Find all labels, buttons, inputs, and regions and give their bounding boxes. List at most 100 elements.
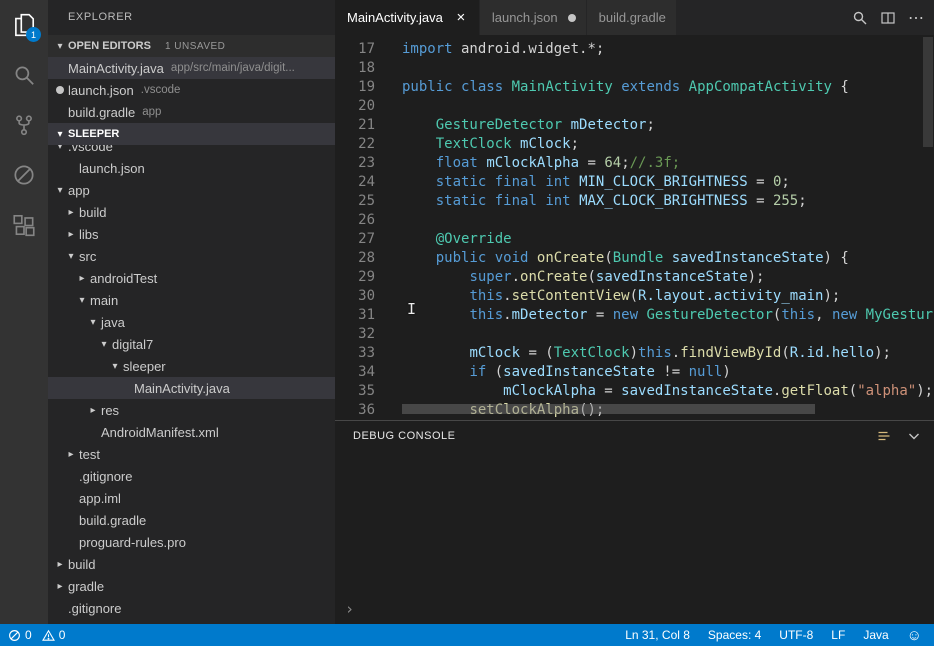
line-number[interactable]: 21 <box>335 116 375 135</box>
tab-build-gradle[interactable]: build.gradle <box>587 0 677 35</box>
line-number[interactable]: 29 <box>335 268 375 287</box>
line-number[interactable]: 36 <box>335 401 375 420</box>
tree-item[interactable]: ▸res <box>48 399 335 421</box>
tree-item[interactable]: ▾main <box>48 289 335 311</box>
status-indentation[interactable]: Spaces: 4 <box>708 628 761 642</box>
code-line[interactable]: 29 super.onCreate(savedInstanceState); <box>335 268 934 287</box>
code-line[interactable]: 22 TextClock mClock; <box>335 135 934 154</box>
tab-list: MainActivity.java × launch.jsonbuild.gradl… <box>335 0 677 35</box>
code-line[interactable]: 26 <box>335 211 934 230</box>
code-editor[interactable]: 17import android.widget.*;1819public cla… <box>335 35 934 420</box>
vertical-scrollbar[interactable] <box>923 37 933 147</box>
tab-debug-console[interactable]: DEBUG CONSOLE <box>353 430 455 442</box>
extensions-activity-button[interactable] <box>0 200 48 250</box>
line-number[interactable]: 27 <box>335 230 375 249</box>
line-number[interactable]: 33 <box>335 344 375 363</box>
close-icon[interactable]: × <box>453 9 469 26</box>
status-language[interactable]: Java <box>863 628 888 642</box>
code-line[interactable]: 25 static final int MAX_CLOCK_BRIGHTNESS… <box>335 192 934 211</box>
tree-item[interactable]: MainActivity.java <box>48 377 335 399</box>
line-number[interactable]: 22 <box>335 135 375 154</box>
more-actions-icon[interactable]: ⋯ <box>904 6 928 30</box>
line-number[interactable]: 35 <box>335 382 375 401</box>
open-editor-item[interactable]: MainActivity.javaapp/src/main/java/digit… <box>48 57 335 79</box>
tab-launch-json[interactable]: launch.json <box>480 0 587 35</box>
line-number[interactable]: 23 <box>335 154 375 173</box>
tree-item[interactable]: build.gradle <box>48 509 335 531</box>
tree-item[interactable]: ▾java <box>48 311 335 333</box>
line-number[interactable]: 28 <box>335 249 375 268</box>
tree-item-label: proguard-rules.pro <box>79 535 186 550</box>
tree-item[interactable]: ▾digital7 <box>48 333 335 355</box>
editor-layout-icon[interactable] <box>876 6 900 30</box>
feedback-smiley-icon[interactable]: ☺ <box>907 628 922 643</box>
line-number[interactable]: 17 <box>335 40 375 59</box>
explorer-activity-button[interactable]: 1 <box>0 0 48 50</box>
code-line[interactable]: 20 <box>335 97 934 116</box>
code-line[interactable]: 18 <box>335 59 934 78</box>
code-line[interactable]: 17import android.widget.*; <box>335 40 934 59</box>
code-line[interactable]: 28 public void onCreate(Bundle savedInst… <box>335 249 934 268</box>
status-errors[interactable]: 0 <box>8 628 32 642</box>
open-editor-item[interactable]: launch.json.vscode <box>48 79 335 101</box>
line-number[interactable]: 32 <box>335 325 375 344</box>
line-number[interactable]: 19 <box>335 78 375 97</box>
sidebar-title: EXPLORER <box>48 0 335 35</box>
status-eol[interactable]: LF <box>831 628 845 642</box>
code-line[interactable]: 23 float mClockAlpha = 64;//.3f; <box>335 154 934 173</box>
tree-item[interactable]: ▸build <box>48 553 335 575</box>
tree-item[interactable]: app.iml <box>48 487 335 509</box>
open-editors-title: OPEN EDITORS <box>68 40 151 52</box>
tree-item[interactable]: ▸androidTest <box>48 267 335 289</box>
code-line[interactable]: 19public class MainActivity extends AppC… <box>335 78 934 97</box>
search-icon[interactable] <box>848 6 872 30</box>
code-line[interactable]: 31 this.mDetector = new GestureDetector(… <box>335 306 934 325</box>
tree-item[interactable]: ▸gradle <box>48 575 335 597</box>
clear-console-icon[interactable] <box>874 426 894 446</box>
tree-item[interactable]: ▸test <box>48 443 335 465</box>
code-line[interactable]: 30 this.setContentView(R.layout.activity… <box>335 287 934 306</box>
code-line[interactable]: 27 @Override <box>335 230 934 249</box>
chevron-down-icon[interactable] <box>904 426 924 446</box>
tree-item[interactable]: build.gradle <box>48 619 335 624</box>
line-number[interactable]: 25 <box>335 192 375 211</box>
source-control-activity-button[interactable] <box>0 100 48 150</box>
line-number[interactable]: 18 <box>335 59 375 78</box>
status-warnings[interactable]: 0 <box>42 628 66 642</box>
open-editor-item[interactable]: build.gradleapp <box>48 101 335 123</box>
tree-item[interactable]: ▾sleeper <box>48 355 335 377</box>
code-line[interactable]: 32 <box>335 325 934 344</box>
panel-header: DEBUG CONSOLE <box>335 421 934 451</box>
tree-item[interactable]: .gitignore <box>48 597 335 619</box>
tree-item[interactable]: ▾src <box>48 245 335 267</box>
tree-item[interactable]: ▾app <box>48 179 335 201</box>
tree-item[interactable]: launch.json <box>48 157 335 179</box>
status-encoding[interactable]: UTF-8 <box>779 628 813 642</box>
debug-activity-button[interactable] <box>0 150 48 200</box>
tree-item[interactable]: ▸libs <box>48 223 335 245</box>
search-activity-button[interactable] <box>0 50 48 100</box>
workspace-section-header[interactable]: ▾ SLEEPER <box>48 123 335 145</box>
code-line[interactable]: 24 static final int MIN_CLOCK_BRIGHTNESS… <box>335 173 934 192</box>
status-cursor-position[interactable]: Ln 31, Col 8 <box>625 628 690 642</box>
tree-item[interactable]: proguard-rules.pro <box>48 531 335 553</box>
code-line[interactable]: 33 mClock = (TextClock)this.findViewById… <box>335 344 934 363</box>
horizontal-scrollbar[interactable] <box>402 404 815 414</box>
code-line[interactable]: 35 mClockAlpha = savedInstanceState.getF… <box>335 382 934 401</box>
line-number[interactable]: 20 <box>335 97 375 116</box>
tab-label: MainActivity.java <box>347 10 443 25</box>
line-number[interactable]: 26 <box>335 211 375 230</box>
code-line[interactable]: 34 if (savedInstanceState != null) <box>335 363 934 382</box>
code-text <box>375 97 402 116</box>
tree-item[interactable]: .gitignore <box>48 465 335 487</box>
line-number[interactable]: 31 <box>335 306 375 325</box>
code-line[interactable]: 21 GestureDetector mDetector; <box>335 116 934 135</box>
line-number[interactable]: 34 <box>335 363 375 382</box>
open-editors-header[interactable]: ▾ OPEN EDITORS 1 UNSAVED <box>48 35 335 57</box>
tree-item[interactable]: AndroidManifest.xml <box>48 421 335 443</box>
line-number[interactable]: 24 <box>335 173 375 192</box>
line-number[interactable]: 30 <box>335 287 375 306</box>
tab-mainactivity-java[interactable]: MainActivity.java × <box>335 0 480 35</box>
tree-item[interactable]: ▸build <box>48 201 335 223</box>
debug-console-input[interactable]: › <box>335 451 934 624</box>
